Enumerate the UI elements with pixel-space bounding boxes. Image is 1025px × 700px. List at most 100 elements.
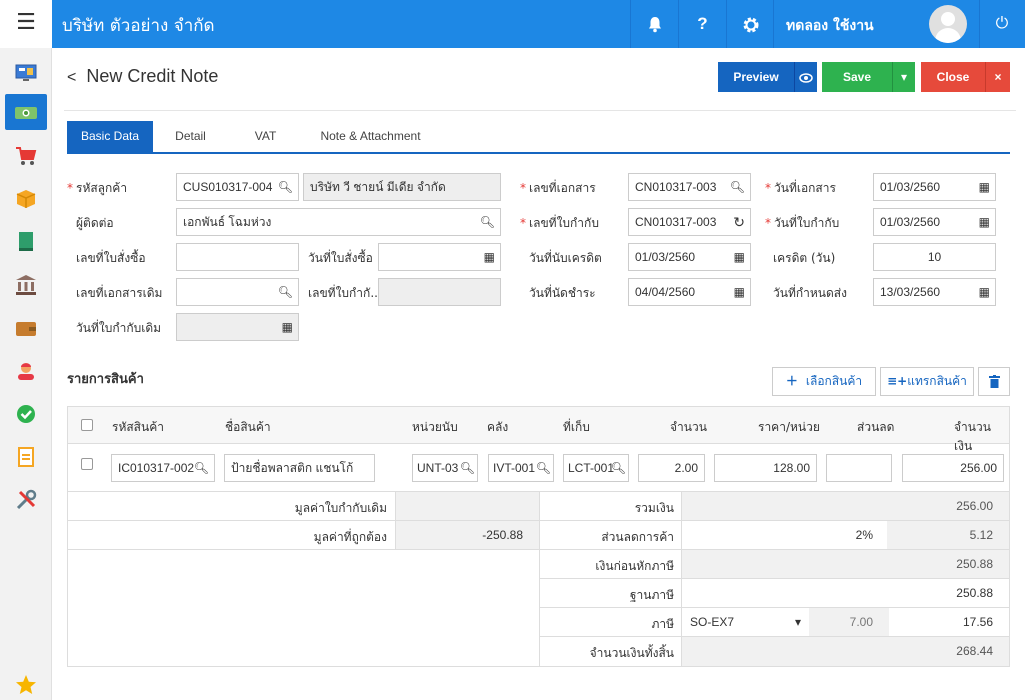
calendar-icon[interactable]: ▦	[979, 174, 990, 200]
summary-divider	[68, 549, 539, 550]
box-icon[interactable]	[5, 180, 47, 216]
search-icon[interactable]: 🔍︎	[194, 455, 209, 481]
col-header-unit: หน่วยนับ	[412, 420, 458, 434]
plus-icon: ＋	[785, 374, 798, 388]
tax-date-input[interactable]: 01/03/2560 ▦	[873, 208, 996, 236]
row-location-input[interactable]: LCT-001 🔍︎	[563, 454, 629, 482]
search-icon[interactable]: 🔍︎	[278, 279, 293, 305]
calendar-icon[interactable]: ▦	[734, 279, 745, 305]
summary-divider	[395, 492, 396, 549]
tab-vat[interactable]: VAT	[228, 121, 303, 152]
credit-start-input[interactable]: 01/03/2560 ▦	[628, 243, 751, 271]
insert-product-button[interactable]: ≡+แทรกสินค้า	[880, 367, 974, 396]
row-unit-input[interactable]: UNT-03 🔍︎	[412, 454, 478, 482]
search-icon[interactable]: 🔍︎	[730, 174, 745, 200]
search-icon[interactable]: 🔍︎	[611, 455, 626, 481]
po-date-input[interactable]: ▦	[378, 243, 501, 271]
close-button[interactable]: Close	[921, 62, 985, 92]
contact-input[interactable]: เอกพันธ์ โฉมห่วง 🔍︎	[176, 208, 501, 236]
save-button[interactable]: Save	[822, 62, 892, 92]
customer-code-input[interactable]: CUS010317-004 🔍︎	[176, 173, 299, 201]
row-code-input[interactable]: IC010317-002 🔍︎	[111, 454, 215, 482]
book-icon[interactable]	[5, 223, 47, 259]
row-checkbox[interactable]	[81, 458, 93, 470]
calendar-icon[interactable]: ▦	[979, 279, 990, 305]
dashboard-icon[interactable]	[5, 54, 47, 90]
check-icon[interactable]	[5, 395, 47, 431]
select-product-button[interactable]: ＋เลือกสินค้า	[772, 367, 876, 396]
tax-value[interactable]: 17.56	[963, 615, 993, 629]
tools-icon[interactable]	[5, 481, 47, 517]
tax-date-label: * วันที่ใบกำกับ	[765, 216, 840, 230]
discount-pct[interactable]: 2%	[856, 528, 873, 542]
credit-days-input[interactable]: 10	[873, 243, 996, 271]
search-icon[interactable]: 🔍︎	[480, 209, 495, 235]
hamburger-menu-icon[interactable]: ☰	[0, 0, 52, 48]
orig-tax-date-field: ▦	[176, 313, 299, 341]
cart-icon[interactable]	[5, 137, 47, 173]
calendar-icon[interactable]: ▦	[734, 244, 745, 270]
tab-detail[interactable]: Detail	[153, 121, 228, 152]
caret-down-icon[interactable]: ▾	[892, 62, 915, 92]
search-icon[interactable]: 🔍︎	[460, 455, 475, 481]
tab-bar: Basic Data Detail VAT Note & Attachment	[67, 121, 1010, 154]
refresh-icon[interactable]: ↻	[733, 209, 745, 235]
doc-date-label: * วันที่เอกสาร	[765, 181, 836, 195]
gear-icon[interactable]	[726, 0, 774, 48]
select-all-checkbox[interactable]	[81, 419, 93, 431]
power-icon[interactable]: ⏻	[979, 0, 1024, 48]
preview-button[interactable]: Preview	[718, 62, 794, 92]
back-icon[interactable]: <	[67, 69, 76, 87]
col-header-name: ชื่อสินค้า	[225, 420, 271, 434]
calendar-icon[interactable]: ▦	[979, 209, 990, 235]
grid-header: รหัสสินค้า ชื่อสินค้า หน่วยนับ คลัง ที่เ…	[68, 407, 1009, 453]
wallet-icon[interactable]	[5, 309, 47, 345]
bell-icon[interactable]	[630, 0, 678, 48]
due-date-label: วันที่นัดชำระ	[529, 286, 596, 300]
calendar-icon[interactable]: ▦	[484, 244, 495, 270]
user-menu[interactable]: ทดลอง ใช้งาน ⏻	[773, 0, 1023, 48]
correct-value-label: มูลค่าที่ถูกต้อง	[313, 530, 387, 544]
bank-icon[interactable]	[5, 266, 47, 302]
delivery-date-input[interactable]: 13/03/2560 ▦	[873, 278, 996, 306]
search-icon[interactable]: 🔍︎	[278, 174, 293, 200]
help-icon[interactable]: ?	[678, 0, 726, 48]
discount-label: ส่วนลดการค้า	[601, 530, 674, 544]
tax-code-select[interactable]: SO-EX7 ▾	[690, 615, 805, 629]
due-date-input[interactable]: 04/04/2560 ▦	[628, 278, 751, 306]
col-header-warehouse: คลัง	[487, 420, 509, 434]
star-icon[interactable]	[5, 666, 47, 700]
tax-base-value[interactable]: 250.88	[956, 586, 993, 600]
doc-date-input[interactable]: 01/03/2560 ▦	[873, 173, 996, 201]
before-tax-value: 250.88	[956, 557, 993, 571]
report-icon[interactable]	[5, 438, 47, 474]
money-icon[interactable]	[5, 94, 47, 130]
row-qty-input[interactable]: 2.00	[638, 454, 705, 482]
tab-note-attachment[interactable]: Note & Attachment	[303, 121, 438, 152]
doc-no-input[interactable]: CN010317-003 🔍︎	[628, 173, 751, 201]
tax-no-input[interactable]: CN010317-003 ↻	[628, 208, 751, 236]
summary-divider	[539, 607, 1009, 608]
row-price-input[interactable]: 128.00	[714, 454, 817, 482]
row-name-input[interactable]: ป้ายชื่อพลาสติก แชนโก้	[224, 454, 375, 482]
user-group-icon[interactable]	[5, 352, 47, 388]
top-bar: ☰ บริษัท ตัวอย่าง จำกัด ? ทดลอง ใช้งาน ⏻	[0, 0, 1025, 48]
row-discount-input[interactable]	[826, 454, 892, 482]
avatar[interactable]	[929, 5, 967, 43]
close-icon[interactable]: ×	[985, 62, 1010, 92]
customer-code-label: * รหัสลูกค้า	[67, 181, 128, 195]
credit-start-label: วันที่นับเครดิต	[529, 251, 602, 265]
orig-tax-label: เลขที่ใบกำกั...	[308, 286, 382, 300]
row-warehouse-input[interactable]: IVT-001 🔍︎	[488, 454, 554, 482]
eye-icon[interactable]	[794, 62, 817, 92]
po-number-label: เลขที่ใบสั่งซื้อ	[76, 251, 146, 265]
tab-basic-data[interactable]: Basic Data	[67, 121, 153, 152]
contact-label: ผู้ติดต่อ	[76, 216, 114, 230]
row-amount-input[interactable]: 256.00	[902, 454, 1004, 482]
tax-rate: 7.00	[849, 615, 873, 629]
grand-total-label: จำนวนเงินทั้งสิ้น	[589, 646, 674, 660]
po-number-input[interactable]	[176, 243, 299, 271]
trash-icon[interactable]	[978, 367, 1010, 396]
orig-doc-input[interactable]: 🔍︎	[176, 278, 299, 306]
search-icon[interactable]: 🔍︎	[536, 455, 551, 481]
